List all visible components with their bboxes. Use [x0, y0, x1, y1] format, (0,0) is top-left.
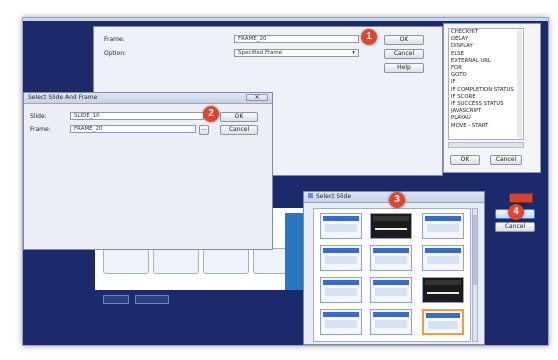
frame-field[interactable]: FRAME_20: [234, 35, 359, 43]
stage-tile: [153, 248, 199, 274]
list-item[interactable]: PLAYAU: [449, 115, 523, 122]
slide-thumbnail-grid[interactable]: [313, 208, 471, 342]
slide-thumbnail[interactable]: [422, 213, 464, 239]
list-item[interactable]: MOVE - START: [449, 123, 523, 130]
app-window: Frame: FRAME_20 Option: Specified Frame …: [22, 17, 549, 346]
list-item[interactable]: IF SCORE: [449, 94, 523, 101]
stage-thumbnail-row: [103, 248, 303, 276]
callout-badge-2: 2: [203, 106, 219, 122]
list-item[interactable]: GOTO: [449, 72, 523, 79]
slide-thumbnail[interactable]: [370, 277, 412, 303]
stage-small-button[interactable]: [103, 295, 129, 304]
option-value: Specified Frame: [238, 50, 283, 56]
option-label: Option:: [104, 50, 127, 57]
stage-tile: [103, 248, 149, 274]
ok-button[interactable]: OK: [384, 35, 424, 45]
action-list[interactable]: CHECKHIT DELAY DISPLAY ELSE EXTERNAL URL…: [448, 28, 524, 140]
list-item[interactable]: IF SUCCESS STATUS: [449, 101, 523, 108]
list-item[interactable]: JAVASCRIPT: [449, 108, 523, 115]
list-ok-button[interactable]: OK: [450, 155, 480, 165]
option-select[interactable]: Specified Frame ▾: [234, 49, 359, 57]
dialog-title: Select Slide And Frame: [28, 94, 98, 101]
list-cancel-button[interactable]: Cancel: [490, 155, 522, 165]
slide-thumbnail[interactable]: [320, 245, 362, 271]
callout-badge-1: 1: [361, 29, 377, 45]
frame-label: Frame:: [104, 36, 125, 43]
window-top-strip: [23, 18, 548, 21]
slide-thumbnail[interactable]: [422, 245, 464, 271]
select-slide-dialog: Select Slide: [303, 191, 485, 345]
chevron-down-icon: ▾: [352, 50, 355, 56]
callout-badge-4: 4: [508, 204, 524, 220]
dialog-title-bar: Select Slide And Frame ✕: [24, 93, 272, 104]
list-item[interactable]: IF: [449, 79, 523, 86]
slide-label: Slide:: [30, 113, 47, 120]
select-slide-cancel-button[interactable]: Cancel: [495, 222, 535, 232]
list-item[interactable]: DISPLAY: [449, 43, 523, 50]
list-scrollbar[interactable]: [517, 30, 522, 138]
frame-label-2: Frame:: [30, 126, 51, 133]
select-slide-close-button[interactable]: [509, 193, 533, 203]
list-item[interactable]: EXTERNAL URL: [449, 58, 523, 65]
slide-thumbnail[interactable]: [320, 213, 362, 239]
list-item[interactable]: ELSE: [449, 51, 523, 58]
scrollbar-thumb[interactable]: [473, 215, 477, 285]
slide-frame-ok-button[interactable]: OK: [220, 112, 258, 122]
action-list-panel: CHECKHIT DELAY DISPLAY ELSE EXTERNAL URL…: [443, 23, 541, 173]
close-icon: ✕: [254, 94, 260, 101]
list-horizontal-scrollbar[interactable]: [448, 142, 524, 148]
slide-thumbnail[interactable]: [320, 309, 362, 335]
stage-tile: [203, 248, 249, 274]
slide-grid-scrollbar[interactable]: [472, 208, 478, 342]
slide-field[interactable]: SLIDE_10: [70, 112, 204, 120]
select-slide-title: Select Slide: [316, 193, 352, 200]
slide-dialog-icon: [308, 193, 313, 198]
slide-thumbnail[interactable]: [370, 309, 412, 335]
list-item[interactable]: DELAY: [449, 36, 523, 43]
slide-thumbnail[interactable]: [370, 245, 412, 271]
stage-bottom-bar: [95, 290, 331, 308]
slide-thumbnail[interactable]: [320, 277, 362, 303]
browse-button[interactable]: ...: [199, 125, 209, 135]
cancel-button[interactable]: Cancel: [384, 49, 424, 59]
frame-field-2[interactable]: FRAME_20: [70, 125, 196, 133]
close-button[interactable]: ✕: [246, 94, 268, 101]
slide-thumbnail-selected[interactable]: [422, 309, 464, 335]
list-item[interactable]: CHECKHIT: [449, 29, 523, 36]
slide-thumbnail[interactable]: [370, 213, 412, 239]
select-slide-and-frame-dialog: Select Slide And Frame ✕ Slide: SLIDE_10…: [23, 92, 273, 250]
slide-frame-cancel-button[interactable]: Cancel: [220, 125, 258, 135]
help-button[interactable]: Help: [384, 63, 424, 73]
list-item[interactable]: FOR: [449, 65, 523, 72]
stage-small-button[interactable]: [135, 295, 169, 304]
callout-badge-3: 3: [389, 192, 405, 208]
slide-thumbnail[interactable]: [422, 277, 464, 303]
list-item[interactable]: IF COMPLETION STATUS: [449, 87, 523, 94]
